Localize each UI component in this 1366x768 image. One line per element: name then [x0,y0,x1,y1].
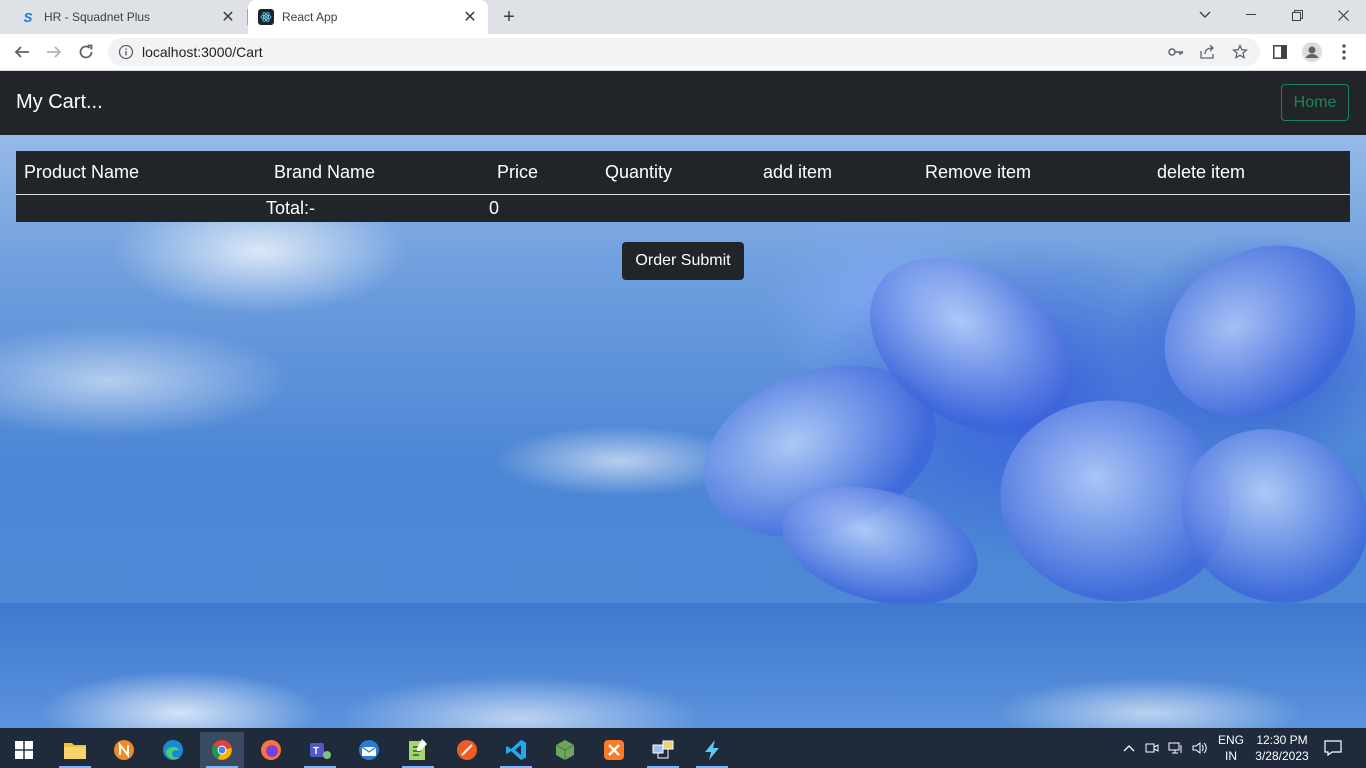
new-tab-plus-icon[interactable]: + [498,6,520,28]
bookmark-star-icon[interactable] [1230,42,1250,62]
svg-text:T: T [313,746,319,757]
site-info-icon[interactable] [118,44,134,60]
reload-icon[interactable] [72,38,100,66]
network-icon[interactable] [1164,742,1188,754]
total-row-empty-cell [16,195,266,223]
tab-hr-squadnet[interactable]: S HR - Squadnet Plus ✕ [8,0,246,34]
header-remove-item: Remove item [917,151,1149,195]
notification-center-icon[interactable] [1322,728,1344,768]
tray-chevron-up-icon[interactable] [1118,744,1140,752]
profile-avatar-icon[interactable] [1298,38,1326,66]
file-explorer-icon[interactable] [53,732,97,768]
volume-icon[interactable] [1188,742,1212,754]
navbar-brand[interactable]: My Cart... [16,91,103,114]
order-submit-button[interactable]: Order Submit [622,242,744,280]
header-price: Price [489,151,597,195]
url-text: localhost:3000/Cart [142,44,263,60]
system-tray [1118,728,1212,768]
tab-title: HR - Squadnet Plus [44,10,151,24]
tab-react-app[interactable]: React App ✕ [248,0,488,34]
close-tab-icon[interactable]: ✕ [218,7,238,27]
tab-search-chevron-down-icon[interactable] [1182,0,1228,30]
header-product-name: Product Name [16,151,266,195]
meet-now-icon[interactable] [1140,742,1164,754]
language-code: ENG [1217,733,1244,747]
thunder-app-icon[interactable] [690,732,734,768]
language-indicator[interactable]: ENG IN [1216,728,1246,768]
windows-start-icon[interactable] [2,732,46,768]
xampp-icon[interactable] [592,732,636,768]
postman-icon[interactable] [445,732,489,768]
address-bar[interactable]: localhost:3000/Cart [108,38,1260,66]
squadnet-favicon-icon: S [23,9,33,25]
clock-date: 3/28/2023 [1255,749,1309,763]
mail-client-icon[interactable] [347,732,391,768]
forward-arrow-icon[interactable] [40,38,68,66]
header-quantity: Quantity [597,151,755,195]
language-region: IN [1225,749,1237,763]
clock[interactable]: 12:30 PM 3/28/2023 [1252,728,1312,768]
navbar: My Cart... Home [0,71,1366,135]
tab-title: React App [282,10,338,24]
close-window-icon[interactable] [1320,0,1366,30]
nodejs-cube-icon[interactable] [543,732,587,768]
background-lower-band [0,603,1366,728]
app-orange-n-icon[interactable] [102,732,146,768]
home-button[interactable]: Home [1281,84,1349,121]
side-panel-icon[interactable] [1266,38,1294,66]
firefox-browser-icon[interactable] [249,732,293,768]
browser-toolbar: localhost:3000/Cart [0,34,1366,71]
minimize-icon[interactable] [1228,0,1274,30]
clock-time: 12:30 PM [1256,733,1308,747]
chrome-browser-icon[interactable] [200,732,244,768]
table-header-row: Product Name Brand Name Price Quantity a… [16,151,1350,195]
header-add-item: add item [755,151,917,195]
tab-strip: S HR - Squadnet Plus ✕ React App ✕ + [0,0,1366,34]
back-arrow-icon[interactable] [8,38,36,66]
edge-browser-icon[interactable] [151,732,195,768]
restore-icon[interactable] [1274,0,1320,30]
vscode-icon[interactable] [494,732,538,768]
share-icon[interactable] [1198,42,1218,62]
windows-taskbar: T ENG IN 12:30 PM 3/28/2023 [0,728,1366,768]
notepad-plus-icon[interactable] [396,732,440,768]
network-computer-icon[interactable] [641,732,685,768]
header-brand-name: Brand Name [266,151,489,195]
total-value: 0 [489,198,500,218]
close-tab-icon[interactable]: ✕ [460,7,480,27]
header-delete-item: delete item [1149,151,1350,195]
total-label: Total:- [266,198,316,218]
page-viewport: My Cart... Home Product Name Brand Name … [0,71,1366,728]
browser-menu-icon[interactable] [1330,38,1358,66]
total-row: Total:- 0 [16,195,1350,223]
teams-icon[interactable]: T [298,732,342,768]
key-icon[interactable] [1166,42,1186,62]
cart-table: Product Name Brand Name Price Quantity a… [16,151,1350,222]
react-favicon-icon [258,9,274,25]
